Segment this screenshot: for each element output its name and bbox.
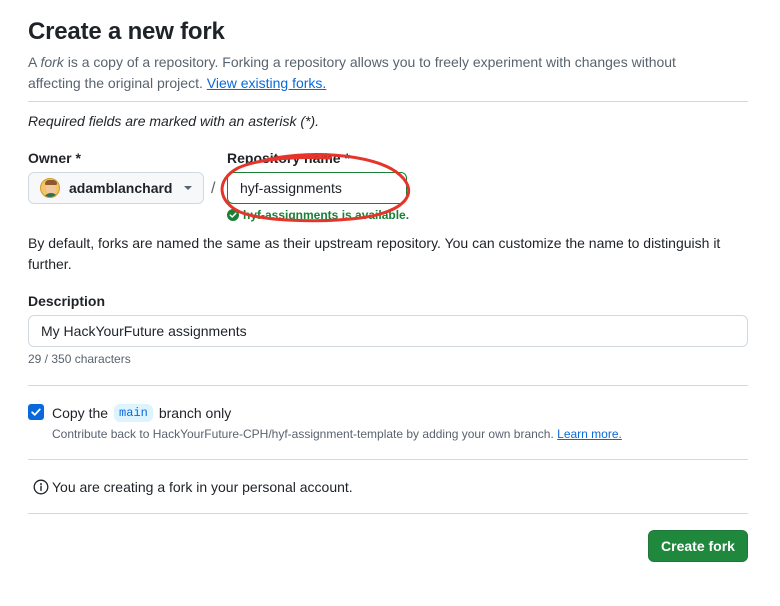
owner-dropdown[interactable]: adamblanchard — [28, 172, 204, 204]
create-fork-button[interactable]: Create fork — [648, 530, 748, 562]
page-subtitle: A fork is a copy of a repository. Forkin… — [28, 52, 728, 94]
account-info: You are creating a fork in your personal… — [33, 479, 353, 495]
subtitle-fork-term: fork — [40, 54, 64, 70]
divider — [28, 459, 748, 460]
divider — [28, 101, 748, 102]
description-input[interactable] — [28, 315, 748, 347]
page-title: Create a new fork — [28, 18, 225, 45]
contribute-help-text: Contribute back to HackYourFuture-CPH/hy… — [52, 427, 622, 441]
checkmark-icon — [31, 408, 41, 416]
owner-label: Owner * — [28, 150, 81, 166]
availability-text: hyf-assignments is available. — [243, 208, 410, 222]
branch-name-code: main — [114, 404, 153, 422]
copy-main-branch-checkbox[interactable] — [28, 404, 44, 420]
copy-label-prefix: Copy the — [52, 405, 109, 421]
description-label: Description — [28, 293, 106, 309]
avatar — [40, 178, 60, 198]
required-fields-note: Required fields are marked with an aster… — [28, 113, 320, 129]
copy-branch-label[interactable]: Copy the main branch only — [52, 404, 231, 422]
naming-help-text: By default, forks are named the same as … — [28, 235, 721, 272]
owner-name: adamblanchard — [69, 180, 173, 196]
owner-repo-separator: / — [211, 180, 216, 197]
repository-name-label: Repository name * — [227, 150, 350, 166]
info-icon — [33, 479, 49, 495]
subtitle-text: is a copy of a repository. Forking a rep… — [28, 54, 676, 91]
repository-name-input[interactable] — [227, 172, 407, 204]
availability-message: hyf-assignments is available. — [227, 208, 409, 222]
divider — [28, 385, 748, 386]
learn-more-link[interactable]: Learn more. — [557, 427, 622, 441]
copy-label-suffix: branch only — [158, 405, 232, 421]
check-circle-icon — [227, 209, 239, 221]
account-info-text: You are creating a fork in your personal… — [52, 479, 353, 495]
subtitle-prefix: A — [28, 54, 41, 70]
triangle-down-icon — [184, 186, 193, 190]
view-existing-forks-link[interactable]: View existing forks. — [207, 75, 327, 91]
divider — [28, 513, 748, 514]
contribute-text: Contribute back to HackYourFuture-CPH/hy… — [52, 427, 554, 441]
character-count: 29 / 350 characters — [28, 352, 131, 366]
